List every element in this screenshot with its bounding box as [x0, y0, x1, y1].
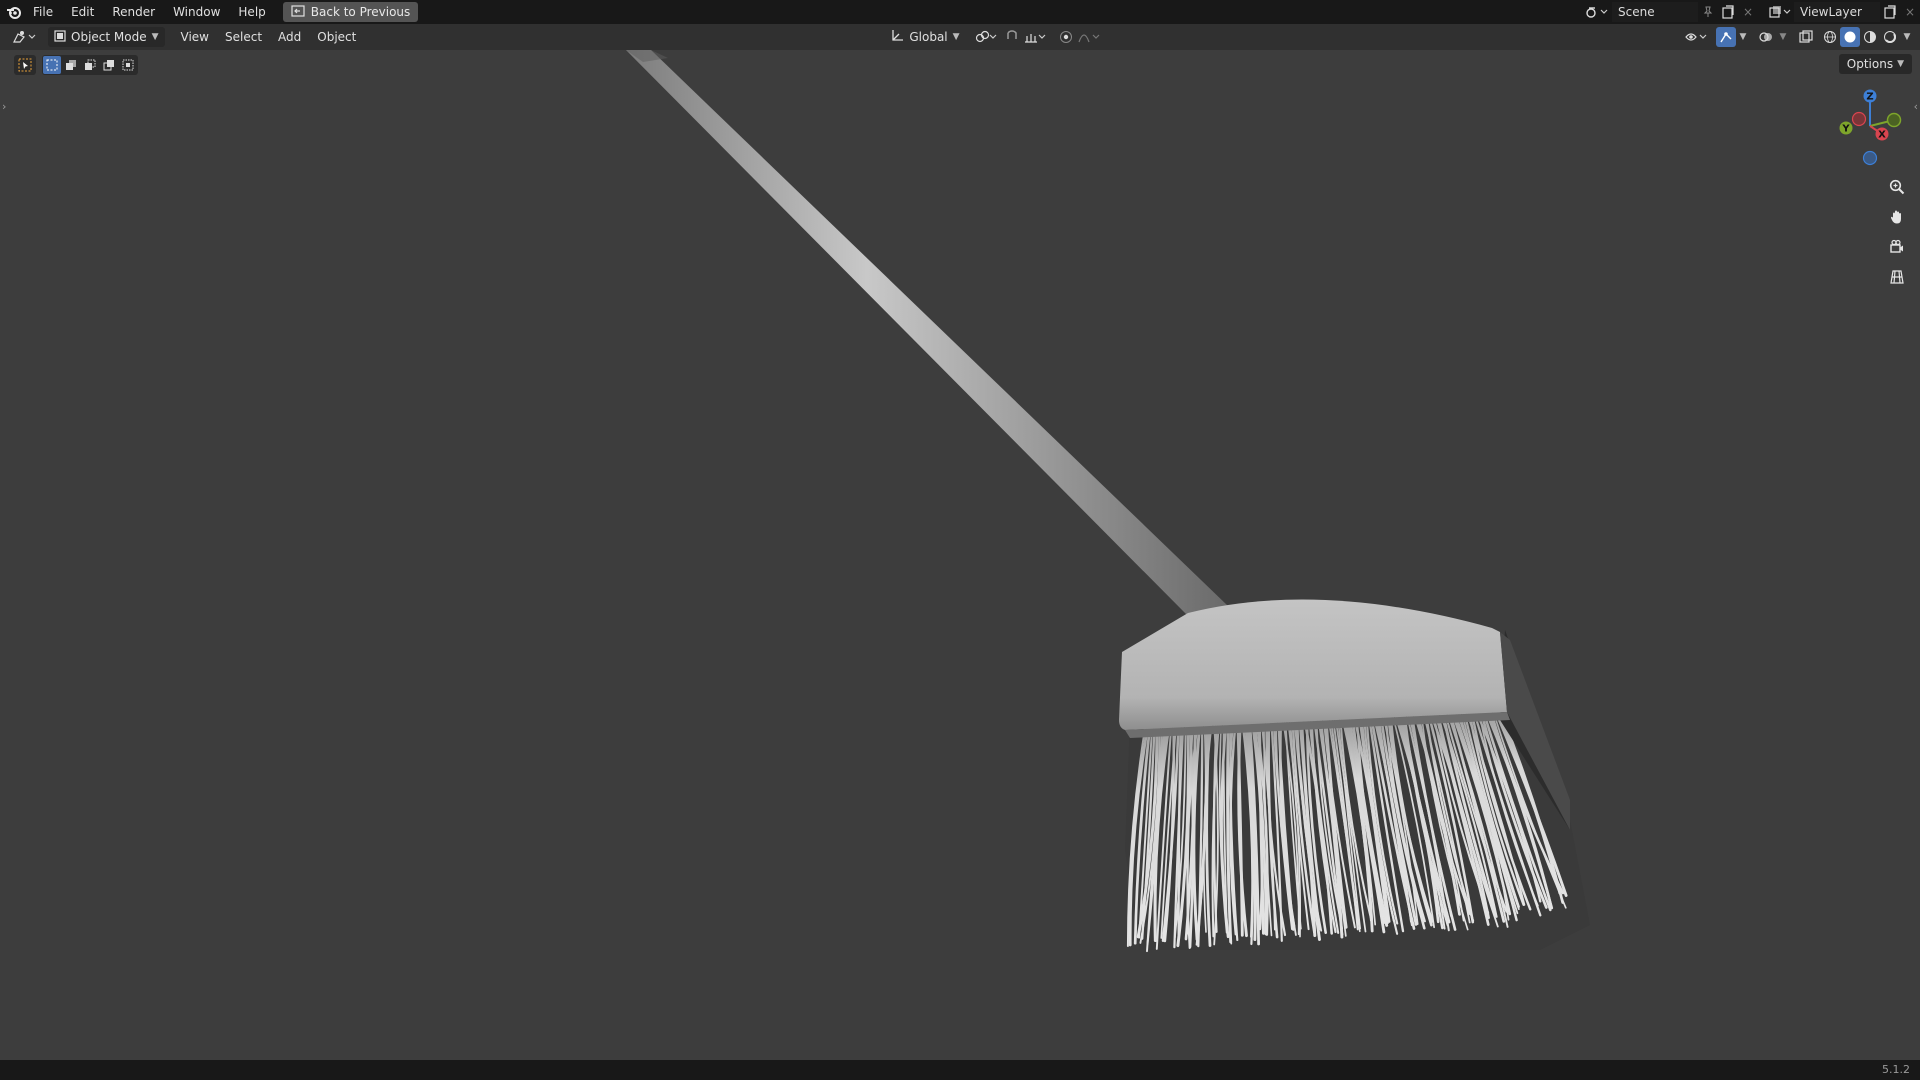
blender-logo-icon[interactable] [4, 2, 24, 22]
menu-edit[interactable]: Edit [62, 0, 103, 24]
orientation-label: Global [909, 30, 948, 44]
pivot-point-icon[interactable] [972, 27, 1002, 47]
view-layer-field[interactable]: ViewLayer [1794, 2, 1880, 22]
proportional-editing-icon[interactable] [1056, 27, 1076, 47]
ortho-grid-icon[interactable] [1884, 264, 1910, 290]
sidebar-toggle-arrow[interactable]: ‹ [1914, 100, 1918, 113]
broom-handle[interactable] [626, 50, 1228, 615]
chevron-down-icon: ▼ [151, 32, 159, 42]
gizmo-x-label: X [1878, 130, 1886, 141]
viewport-canvas[interactable] [0, 50, 1920, 1060]
view-layer-name: ViewLayer [1800, 5, 1862, 19]
mode-label: Object Mode [71, 30, 147, 44]
shading-wireframe-icon[interactable] [1820, 27, 1840, 47]
snap-toggle-icon[interactable] [1002, 27, 1022, 47]
gizmo-options-icon[interactable]: ▼ [1736, 27, 1750, 47]
viewport-header: Object Mode ▼ View Select Add Object Glo… [0, 24, 1920, 50]
visibility-selectability-icon[interactable] [1682, 27, 1712, 47]
new-scene-icon[interactable] [1718, 2, 1738, 22]
menu-help[interactable]: Help [229, 0, 274, 24]
chevron-down-icon: ▼ [1897, 59, 1904, 69]
chevron-down-icon: ▼ [952, 32, 960, 42]
menu-render[interactable]: Render [103, 0, 164, 24]
mode-dropdown[interactable]: Object Mode ▼ [48, 27, 165, 47]
close-scene-icon[interactable]: × [1738, 2, 1758, 22]
scene-selector-icon[interactable] [1582, 2, 1612, 22]
view-layer-selector-icon[interactable] [1766, 2, 1794, 22]
version-label: 5.1.2 [1882, 1063, 1910, 1076]
options-dropdown[interactable]: Options ▼ [1838, 54, 1912, 74]
select-invert-icon[interactable] [100, 56, 118, 74]
gizmo-y-label: Y [1841, 124, 1850, 135]
toolbar-toggle-arrow[interactable]: › [2, 100, 6, 113]
menu-window[interactable]: Window [164, 0, 229, 24]
select-new-icon[interactable] [43, 56, 61, 74]
show-overlays-icon[interactable] [1756, 27, 1776, 47]
viewport-editor-icon[interactable] [10, 27, 40, 47]
scene-name: Scene [1618, 5, 1655, 19]
menu-select[interactable]: Select [217, 27, 270, 47]
scene-name-field[interactable]: Scene [1612, 2, 1698, 22]
menu-add[interactable]: Add [270, 27, 309, 47]
overlay-options-icon[interactable]: ▼ [1776, 27, 1790, 47]
close-view-layer-icon[interactable]: × [1900, 2, 1920, 22]
camera-view-icon[interactable] [1884, 234, 1910, 260]
back-to-previous-label: Back to Previous [310, 5, 411, 19]
select-extend-icon[interactable] [62, 56, 80, 74]
back-to-previous-button[interactable]: Back to Previous [282, 2, 419, 22]
select-tool-button[interactable] [14, 55, 36, 75]
menu-file[interactable]: File [24, 0, 62, 24]
options-label: Options [1846, 57, 1894, 71]
shading-rendered-icon[interactable] [1880, 27, 1900, 47]
shading-material-icon[interactable] [1860, 27, 1880, 47]
shading-solid-icon[interactable] [1840, 27, 1860, 47]
selection-mode-group [42, 55, 138, 75]
select-subtract-icon[interactable] [81, 56, 99, 74]
status-bar: 5.1.2 [0, 1060, 1920, 1080]
falloff-icon[interactable] [1076, 27, 1104, 47]
pin-icon[interactable] [1698, 2, 1718, 22]
xray-toggle-icon[interactable] [1796, 27, 1816, 47]
hand-pan-icon[interactable] [1884, 204, 1910, 230]
back-icon [291, 4, 305, 20]
navigation-gizmo[interactable]: Z Y X [1830, 84, 1910, 168]
snap-target-icon[interactable] [1022, 27, 1050, 47]
select-intersect-icon[interactable] [119, 56, 137, 74]
zoom-icon[interactable] [1884, 174, 1910, 200]
transform-orientation-dropdown[interactable]: Global ▼ [884, 27, 965, 47]
tool-settings-row [14, 54, 138, 76]
new-view-layer-icon[interactable] [1880, 2, 1900, 22]
orientation-icon [890, 29, 904, 46]
top-bar: File Edit Render Window Help Back to Pre… [0, 0, 1920, 24]
gizmo-z-label: Z [1866, 92, 1873, 103]
shading-options-icon[interactable]: ▼ [1900, 27, 1914, 47]
object-mode-icon [54, 29, 66, 45]
menu-object[interactable]: Object [309, 27, 364, 47]
menu-view[interactable]: View [173, 27, 217, 47]
show-gizmo-icon[interactable] [1716, 27, 1736, 47]
